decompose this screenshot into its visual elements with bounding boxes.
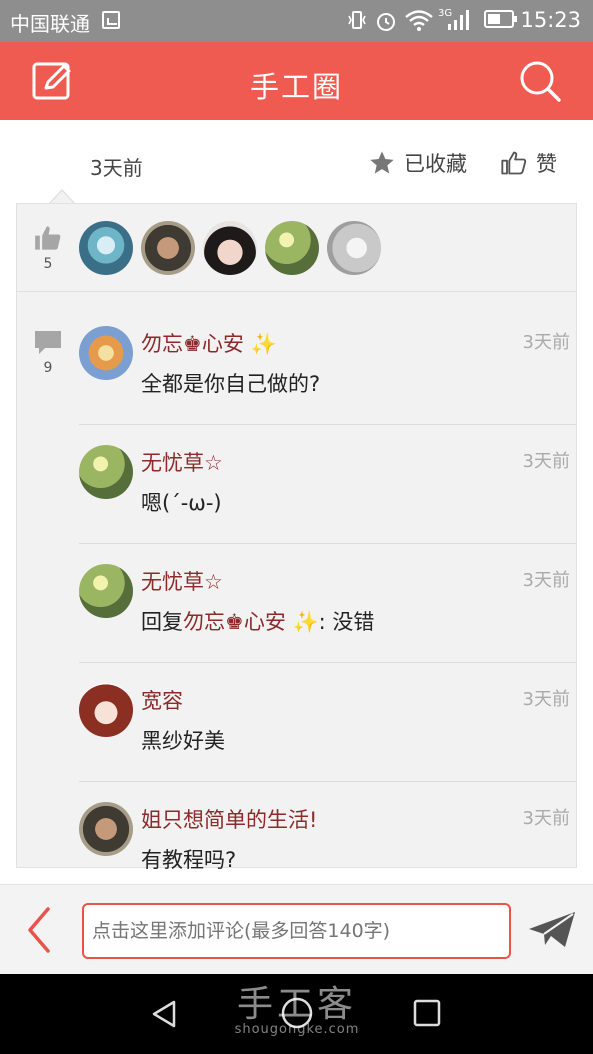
wifi-icon [404, 9, 434, 37]
nav-back-icon[interactable] [148, 998, 180, 1030]
comment-time: 3天前 [522, 689, 570, 710]
comments-count: 9 [43, 360, 53, 376]
like-label: 赞 [536, 152, 557, 176]
page-title: 手工圈 [249, 70, 343, 104]
battery-icon [484, 9, 518, 35]
favorite-button[interactable]: 已收藏 [368, 148, 467, 178]
comment-text: 黑纱好美 [141, 729, 225, 753]
commenter-name[interactable]: 勿忘♚心安 ✨ [141, 328, 277, 358]
screenshot-notification-icon [102, 11, 120, 29]
commenter-avatar[interactable] [79, 802, 133, 856]
watermark-title: 手工客 [236, 984, 357, 1025]
comment-item[interactable]: 无忧草☆ 3天前 回复勿忘♚心安 ✨: 没错 [79, 544, 576, 663]
vibrate-icon [346, 9, 368, 37]
chevron-left-icon [28, 907, 50, 953]
carrier-name: 中国联通 [10, 12, 90, 36]
sparkle-icon: ✨ [292, 610, 319, 634]
likes-row: 5 [17, 204, 576, 292]
commenter-avatar[interactable] [79, 564, 133, 618]
signal-icon [446, 9, 470, 37]
liker-avatar[interactable] [141, 221, 195, 275]
sparkle-icon: ✨ [250, 332, 277, 356]
nav-recents-icon[interactable] [412, 998, 442, 1028]
comment-time: 3天前 [522, 570, 570, 591]
comment-text: 有教程吗? [141, 848, 237, 872]
liker-avatar[interactable] [79, 221, 133, 275]
comment-item[interactable]: 姐只想简单的生活! 3天前 有教程吗? [79, 782, 576, 872]
liker-avatar[interactable] [203, 221, 257, 275]
panel-pointer [48, 189, 76, 205]
search-button[interactable] [517, 58, 563, 104]
liker-avatar[interactable] [327, 221, 381, 275]
commenter-avatar[interactable] [79, 445, 133, 499]
thumbs-up-icon [501, 151, 527, 175]
star-icon [370, 151, 394, 174]
comment-item[interactable]: 宽容 3天前 黑纱好美 [79, 663, 576, 782]
post-time: 3天前 [90, 156, 143, 180]
watermark-url: shougongke.com [234, 1022, 360, 1037]
favorite-label: 已收藏 [404, 152, 467, 176]
commenter-avatar[interactable] [79, 326, 133, 380]
paper-plane-icon [529, 912, 575, 947]
comment-text: 回复勿忘♚心安 ✨: 没错 [141, 610, 375, 634]
send-button[interactable] [527, 909, 577, 951]
comment-input-bar [0, 884, 593, 974]
like-button[interactable]: 赞 [500, 148, 557, 178]
comment-item[interactable]: 无忧草☆ 3天前 嗯(´-ω-) [79, 425, 576, 544]
clock: 15:23 [520, 8, 581, 32]
comment-time: 3天前 [522, 451, 570, 472]
commenter-name[interactable]: 姐只想简单的生活! [141, 804, 317, 834]
comments-icon-wrap [33, 328, 63, 360]
app-header: 手工圈 [0, 42, 593, 120]
liker-avatar[interactable] [265, 221, 319, 275]
comment-bubble-icon [35, 331, 61, 354]
commenter-avatar[interactable] [79, 683, 133, 737]
status-bar: 中国联通 3G 15:23 [0, 0, 593, 42]
post-meta-row: 3天前 已收藏 赞 [0, 120, 593, 204]
comment-text: 嗯(´-ω-) [141, 491, 222, 515]
commenter-name[interactable]: 宽容 [141, 685, 183, 715]
comment-item[interactable]: 勿忘♚心安 ✨ 3天前 全都是你自己做的? [79, 306, 576, 425]
comment-time: 3天前 [522, 808, 570, 829]
commenter-name[interactable]: 无忧草☆ [141, 566, 223, 596]
likes-thumb-icon [35, 226, 61, 250]
reply-to-name[interactable]: 勿忘♚心安 [183, 610, 286, 634]
comment-time: 3天前 [522, 332, 570, 353]
commenter-name[interactable]: 无忧草☆ [141, 447, 223, 477]
search-icon [520, 61, 561, 102]
comment-input[interactable] [82, 903, 511, 959]
back-button[interactable] [20, 905, 60, 955]
alarm-icon [374, 9, 398, 39]
likes-count: 5 [43, 256, 53, 272]
comment-text: 全都是你自己做的? [141, 372, 321, 396]
interaction-panel: 5 9 勿忘♚心安 ✨ 3天前 全都是你自己做的? 无忧草☆ 3天前 嗯(´-ω… [16, 203, 577, 872]
